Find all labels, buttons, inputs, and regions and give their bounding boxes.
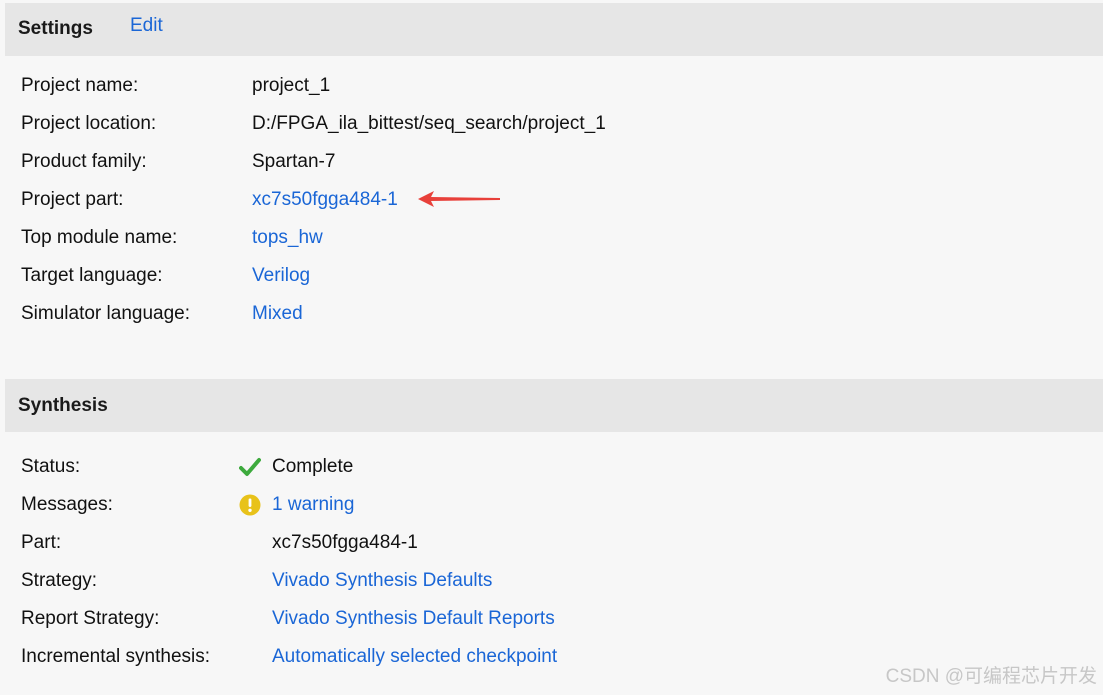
target-language-link[interactable]: Verilog [252, 263, 310, 289]
warning-icon [239, 494, 261, 516]
project-location-label: Project location: [21, 113, 157, 134]
incremental-synthesis-label: Incremental synthesis: [21, 646, 211, 667]
target-language-label: Target language: [21, 265, 163, 286]
strategy-label: Strategy: [21, 570, 98, 591]
settings-title: Settings [18, 18, 93, 39]
strategy-link[interactable]: Vivado Synthesis Defaults [272, 568, 492, 594]
incremental-synthesis-link[interactable]: Automatically selected checkpoint [272, 644, 557, 670]
product-family-value: Spartan-7 [252, 151, 336, 172]
edit-link[interactable]: Edit [130, 15, 163, 37]
synthesis-title: Synthesis [18, 395, 108, 416]
watermark: CSDN @可编程芯片开发 [885, 666, 1097, 687]
report-strategy-label: Report Strategy: [21, 608, 160, 629]
synthesis-section-header: Synthesis [5, 379, 1103, 432]
checkmark-icon [239, 458, 261, 476]
report-strategy-link[interactable]: Vivado Synthesis Default Reports [272, 606, 555, 632]
messages-label: Messages: [21, 494, 113, 515]
project-name-value: project_1 [252, 75, 331, 96]
simulator-language-label: Simulator language: [21, 303, 190, 324]
top-module-link[interactable]: tops_hw [252, 225, 323, 251]
project-part-link[interactable]: xc7s50fgga484-1 [252, 187, 398, 213]
top-module-label: Top module name: [21, 227, 178, 248]
product-family-label: Product family: [21, 151, 147, 172]
status-label: Status: [21, 456, 81, 477]
part-label: Part: [21, 532, 62, 553]
red-arrow-icon [418, 191, 500, 207]
status-value: Complete [272, 456, 354, 477]
project-part-label: Project part: [21, 189, 124, 210]
part-value: xc7s50fgga484-1 [272, 532, 418, 553]
simulator-language-link[interactable]: Mixed [252, 301, 303, 327]
project-location-value: D:/FPGA_ila_bittest/seq_search/project_1 [252, 113, 606, 134]
project-name-label: Project name: [21, 75, 139, 96]
messages-link[interactable]: 1 warning [272, 492, 354, 518]
settings-section-header: Settings Edit [5, 3, 1103, 56]
